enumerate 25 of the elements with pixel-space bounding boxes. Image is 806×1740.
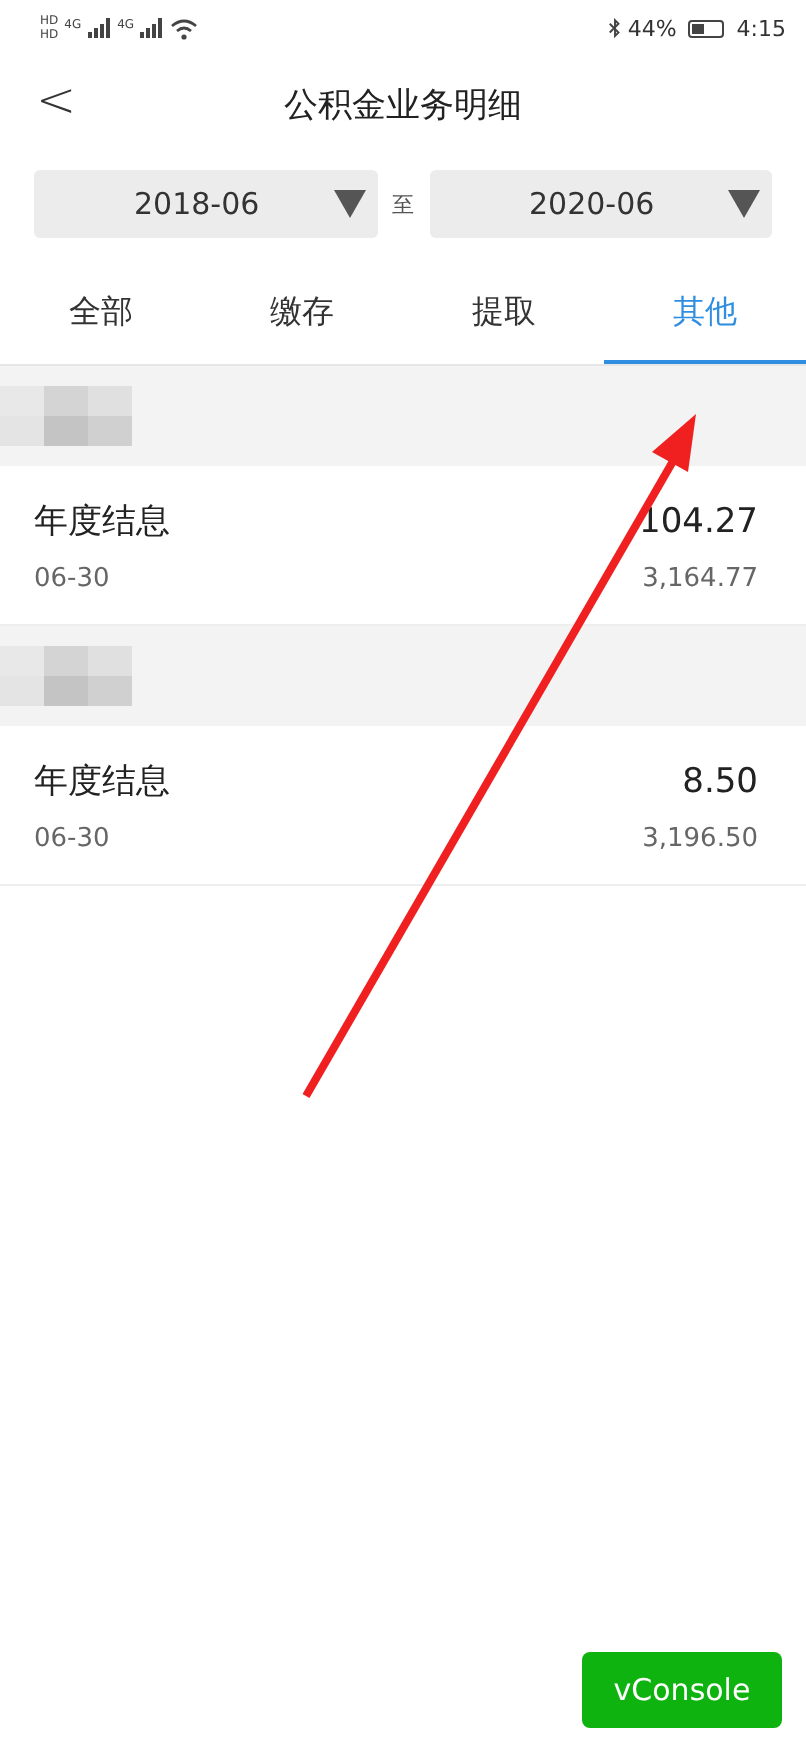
battery-icon <box>688 19 725 37</box>
transaction-title: 年度结息 <box>34 759 170 803</box>
start-date-select[interactable]: 2018-06 <box>34 170 377 238</box>
transaction-date: 06-30 <box>34 823 110 853</box>
balance-amount: 3,164.77 <box>642 563 758 593</box>
signal-icon <box>140 18 165 38</box>
battery-percent: 44% <box>627 15 677 41</box>
transaction-amount: 8.50 <box>682 761 758 801</box>
end-date-select[interactable]: 2020-06 <box>429 170 772 238</box>
back-button[interactable]: < <box>28 72 85 128</box>
page-title: 公积金业务明细 <box>284 83 522 127</box>
caret-icon <box>728 190 760 218</box>
transaction-title: 年度结息 <box>34 499 170 543</box>
range-separator: 至 <box>390 189 416 219</box>
tab[interactable]: 提取 <box>403 264 605 364</box>
wifi-icon <box>170 17 199 39</box>
tab[interactable]: 缴存 <box>201 264 403 364</box>
tab[interactable]: 全部 <box>0 264 202 364</box>
bluetooth-icon <box>607 17 622 39</box>
balance-amount: 3,196.50 <box>642 823 758 853</box>
signal-icon <box>87 18 112 38</box>
transaction-date: 06-30 <box>34 563 110 593</box>
clock-time: 4:15 <box>736 15 786 41</box>
caret-icon <box>333 190 365 218</box>
transaction-amount: 104.27 <box>639 501 758 541</box>
